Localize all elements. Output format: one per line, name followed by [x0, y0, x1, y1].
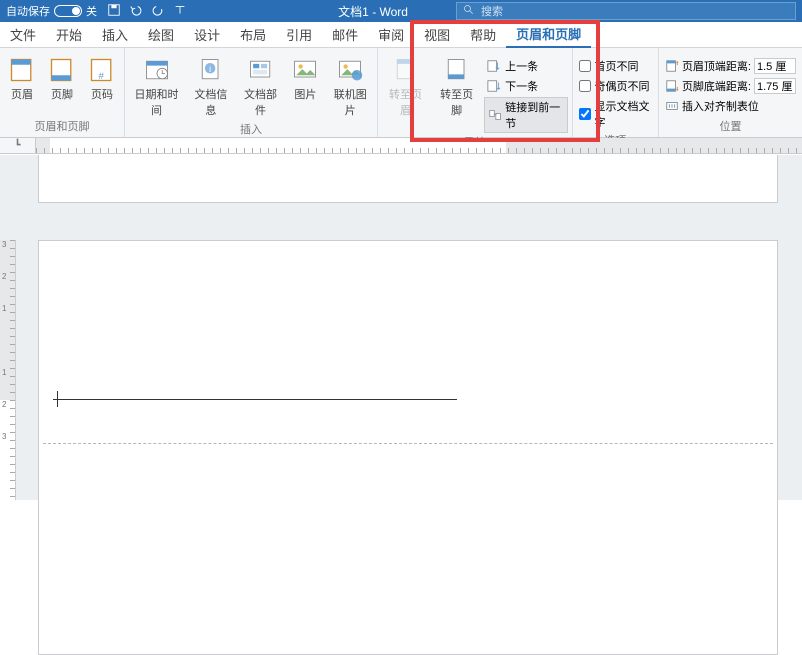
tab-help[interactable]: 帮助 — [460, 22, 506, 48]
docinfo-button[interactable]: i 文档信息 — [188, 54, 234, 120]
header-button[interactable]: 页眉 — [4, 54, 40, 104]
tab-review[interactable]: 审阅 — [368, 22, 414, 48]
tab-view[interactable]: 视图 — [414, 22, 460, 48]
search-icon — [463, 4, 475, 19]
document-title: 文档1 - Word — [338, 3, 408, 20]
ribbon: 页眉 页脚 # 页码 页眉和页脚 日期和时间 i 文档信息 — [0, 48, 802, 138]
datetime-button[interactable]: 日期和时间 — [129, 54, 184, 120]
online-picture-button[interactable]: 联机图片 — [327, 54, 373, 120]
tab-design[interactable]: 设计 — [184, 22, 230, 48]
group-label-position: 位置 — [663, 117, 798, 136]
page-current[interactable] — [38, 240, 778, 655]
group-options: 首页不同 奇偶页不同 显示文档文字 选项 — [573, 48, 659, 137]
header-distance-icon — [665, 59, 679, 73]
horizontal-ruler[interactable] — [36, 138, 802, 154]
goto-header-button: 转至页眉 — [382, 54, 429, 120]
footer-distance-icon — [665, 79, 679, 93]
group-navigation: 转至页眉 转至页脚 上一条 下一条 链接到前一节 — [378, 48, 572, 137]
docparts-button[interactable]: 文档部件 — [238, 54, 284, 120]
checkbox-icon[interactable] — [579, 60, 591, 72]
autosave-label: 自动保存 — [6, 3, 50, 19]
search-bar[interactable]: 搜索 — [456, 2, 796, 20]
first-page-different-checkbox[interactable]: 首页不同 — [577, 57, 654, 75]
footer-button[interactable]: 页脚 — [44, 54, 80, 104]
link-to-previous-button[interactable]: 链接到前一节 — [484, 97, 567, 133]
checkbox-icon[interactable] — [579, 108, 591, 120]
quick-access-toolbar — [107, 3, 187, 20]
qat-customize-icon[interactable] — [173, 3, 187, 20]
page-previous-bottom[interactable] — [38, 155, 778, 203]
tab-layout[interactable]: 布局 — [230, 22, 276, 48]
ribbon-tabs: 文件 开始 插入 绘图 设计 布局 引用 邮件 审阅 视图 帮助 页眉和页脚 — [0, 22, 802, 48]
group-label-hf: 页眉和页脚 — [4, 117, 120, 136]
search-placeholder: 搜索 — [481, 3, 503, 19]
tab-file[interactable]: 文件 — [0, 22, 46, 48]
goto-footer-button[interactable]: 转至页脚 — [433, 54, 480, 120]
switch-icon — [54, 5, 82, 17]
group-position: 页眉顶端距离: 1.5 厘 页脚底端距离: 1.75 厘 插入对齐制表位 位置 — [659, 48, 802, 137]
previous-button[interactable]: 上一条 — [484, 57, 567, 75]
tab-header-footer[interactable]: 页眉和页脚 — [506, 22, 591, 48]
undo-icon[interactable] — [129, 3, 143, 20]
tab-mailings[interactable]: 邮件 — [322, 22, 368, 48]
ruler-corner[interactable]: ┗ — [0, 138, 36, 154]
page-number-button[interactable]: # 页码 — [84, 54, 120, 104]
header-top-value[interactable]: 1.5 厘 — [754, 58, 796, 74]
tab-draw[interactable]: 绘图 — [138, 22, 184, 48]
header-top-distance: 页眉顶端距离: 1.5 厘 — [663, 57, 798, 75]
odd-even-different-checkbox[interactable]: 奇偶页不同 — [577, 77, 654, 95]
tab-insert[interactable]: 插入 — [92, 22, 138, 48]
tab-references[interactable]: 引用 — [276, 22, 322, 48]
footer-bottom-value[interactable]: 1.75 厘 — [754, 78, 796, 94]
checkbox-icon[interactable] — [579, 80, 591, 92]
group-label-insert: 插入 — [129, 120, 373, 139]
group-header-footer: 页眉 页脚 # 页码 页眉和页脚 — [0, 48, 125, 137]
title-bar: 自动保存 关 文档1 - Word 搜索 — [0, 0, 802, 22]
autosave-toggle[interactable]: 自动保存 关 — [6, 3, 97, 19]
tab-home[interactable]: 开始 — [46, 22, 92, 48]
header-boundary — [43, 443, 773, 444]
document-area — [0, 155, 802, 500]
next-button[interactable]: 下一条 — [484, 77, 567, 95]
insert-alignment-tab-button[interactable]: 插入对齐制表位 — [663, 97, 798, 115]
group-insert: 日期和时间 i 文档信息 文档部件 图片 联机图片 插入 — [125, 48, 378, 137]
svg-text:#: # — [98, 71, 104, 82]
vertical-ruler[interactable]: 321123 — [0, 240, 16, 500]
header-underline — [53, 399, 457, 400]
show-document-text-checkbox[interactable]: 显示文档文字 — [577, 97, 654, 131]
svg-text:i: i — [209, 64, 211, 74]
footer-bottom-distance: 页脚底端距离: 1.75 厘 — [663, 77, 798, 95]
autosave-state: 关 — [86, 3, 97, 19]
save-icon[interactable] — [107, 3, 121, 20]
picture-button[interactable]: 图片 — [287, 54, 323, 104]
align-tab-icon — [665, 99, 679, 113]
redo-icon[interactable] — [151, 3, 165, 20]
